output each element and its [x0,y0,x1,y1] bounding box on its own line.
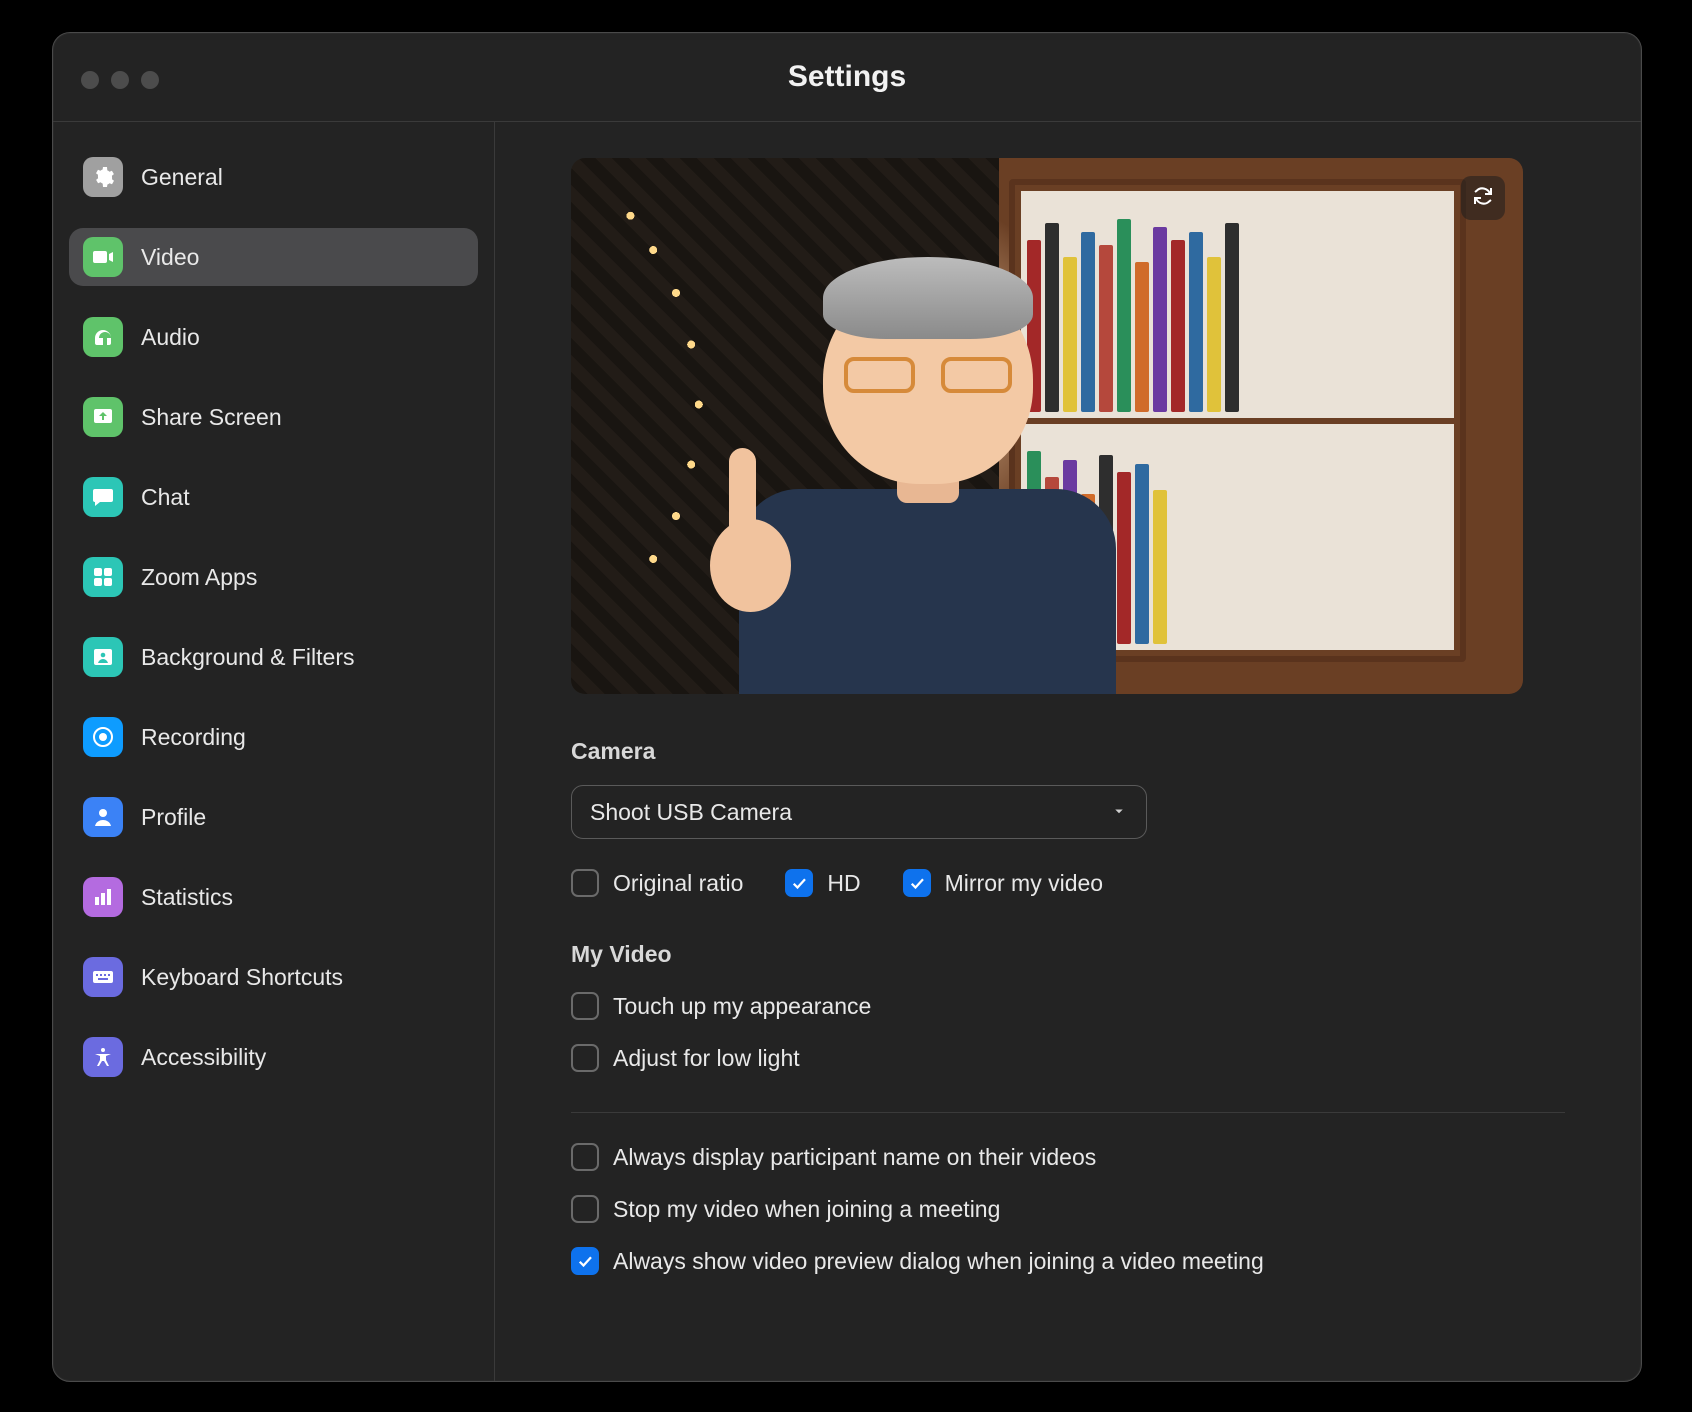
camera-options-row: Original ratio HD Mirror my video [571,869,1565,897]
divider [571,1112,1565,1113]
preview-subject [666,238,1190,694]
sidebar-item-label: Zoom Apps [141,564,257,591]
checkbox-box [571,1195,599,1223]
myvideo-touch_up-checkbox[interactable]: Touch up my appearance [571,992,1565,1020]
checkbox-box [903,869,931,897]
settings-content: Camera Shoot USB Camera Original ratio HD… [495,122,1641,1381]
sidebar-item-label: Accessibility [141,1044,266,1071]
settings-window: Settings General Video Audio Share Screen Ch… [52,32,1642,1382]
camera-mirror-checkbox[interactable]: Mirror my video [903,869,1103,897]
gear-icon [83,157,123,197]
sidebar-item-label: Share Screen [141,404,282,431]
checkbox-label: Adjust for low light [613,1045,800,1072]
window-close-button[interactable] [81,71,99,89]
camera-select-value: Shoot USB Camera [590,799,792,826]
accessibility-icon [83,1037,123,1077]
meeting-stop_on_join-checkbox[interactable]: Stop my video when joining a meeting [571,1195,1565,1223]
record-icon [83,717,123,757]
sidebar-item-label: Chat [141,484,190,511]
profile-icon [83,797,123,837]
stats-icon [83,877,123,917]
rotate-icon [1471,184,1495,213]
chevron-down-icon [1110,799,1128,826]
sidebar-item-label: Audio [141,324,200,351]
sidebar-item-background-filters[interactable]: Background & Filters [69,628,478,686]
sidebar-item-profile[interactable]: Profile [69,788,478,846]
window-traffic-lights [81,71,159,89]
camera-original_ratio-checkbox[interactable]: Original ratio [571,869,743,897]
sidebar-item-accessibility[interactable]: Accessibility [69,1028,478,1086]
sidebar-item-label: Profile [141,804,206,831]
rotate-camera-button[interactable] [1461,176,1505,220]
chat-icon [83,477,123,517]
sidebar-item-label: Video [141,244,199,271]
video-preview [571,158,1523,694]
camera-hd-checkbox[interactable]: HD [785,869,860,897]
sidebar-item-share-screen[interactable]: Share Screen [69,388,478,446]
camera-select[interactable]: Shoot USB Camera [571,785,1147,839]
checkbox-box [785,869,813,897]
sidebar-item-audio[interactable]: Audio [69,308,478,366]
section-title-myvideo: My Video [571,941,1565,968]
myvideo-options: Touch up my appearance Adjust for low lig… [571,992,1565,1072]
sidebar-item-general[interactable]: General [69,148,478,206]
sidebar-item-keyboard-shortcuts[interactable]: Keyboard Shortcuts [69,948,478,1006]
checkbox-box [571,1044,599,1072]
person-box-icon [83,637,123,677]
window-minimize-button[interactable] [111,71,129,89]
titlebar: Settings [53,33,1641,122]
window-title: Settings [788,60,906,94]
meeting-display_names-checkbox[interactable]: Always display participant name on their… [571,1143,1565,1171]
checkbox-box [571,869,599,897]
section-title-camera: Camera [571,738,1565,765]
myvideo-low_light-checkbox[interactable]: Adjust for low light [571,1044,1565,1072]
video-icon [83,237,123,277]
sidebar-item-video[interactable]: Video [69,228,478,286]
keyboard-icon [83,957,123,997]
meeting-preview_dialog-checkbox[interactable]: Always show video preview dialog when jo… [571,1247,1565,1275]
checkbox-box [571,1247,599,1275]
headphones-icon [83,317,123,357]
checkbox-label: Stop my video when joining a meeting [613,1196,1000,1223]
apps-icon [83,557,123,597]
checkbox-box [571,992,599,1020]
sidebar-item-chat[interactable]: Chat [69,468,478,526]
checkbox-label: Mirror my video [945,870,1103,897]
checkbox-label: Always display participant name on their… [613,1144,1096,1171]
sidebar-item-statistics[interactable]: Statistics [69,868,478,926]
checkbox-label: HD [827,870,860,897]
checkbox-label: Touch up my appearance [613,993,871,1020]
share-screen-icon [83,397,123,437]
sidebar-item-label: Recording [141,724,246,751]
sidebar-item-label: Keyboard Shortcuts [141,964,343,991]
checkbox-box [571,1143,599,1171]
checkbox-label: Always show video preview dialog when jo… [613,1248,1264,1275]
sidebar-item-label: Background & Filters [141,644,354,671]
sidebar-item-label: General [141,164,223,191]
settings-sidebar: General Video Audio Share Screen Chat Zoom Ap… [53,122,495,1381]
sidebar-item-recording[interactable]: Recording [69,708,478,766]
sidebar-item-label: Statistics [141,884,233,911]
meeting-options: Always display participant name on their… [571,1143,1565,1275]
sidebar-item-zoom-apps[interactable]: Zoom Apps [69,548,478,606]
window-zoom-button[interactable] [141,71,159,89]
checkbox-label: Original ratio [613,870,743,897]
